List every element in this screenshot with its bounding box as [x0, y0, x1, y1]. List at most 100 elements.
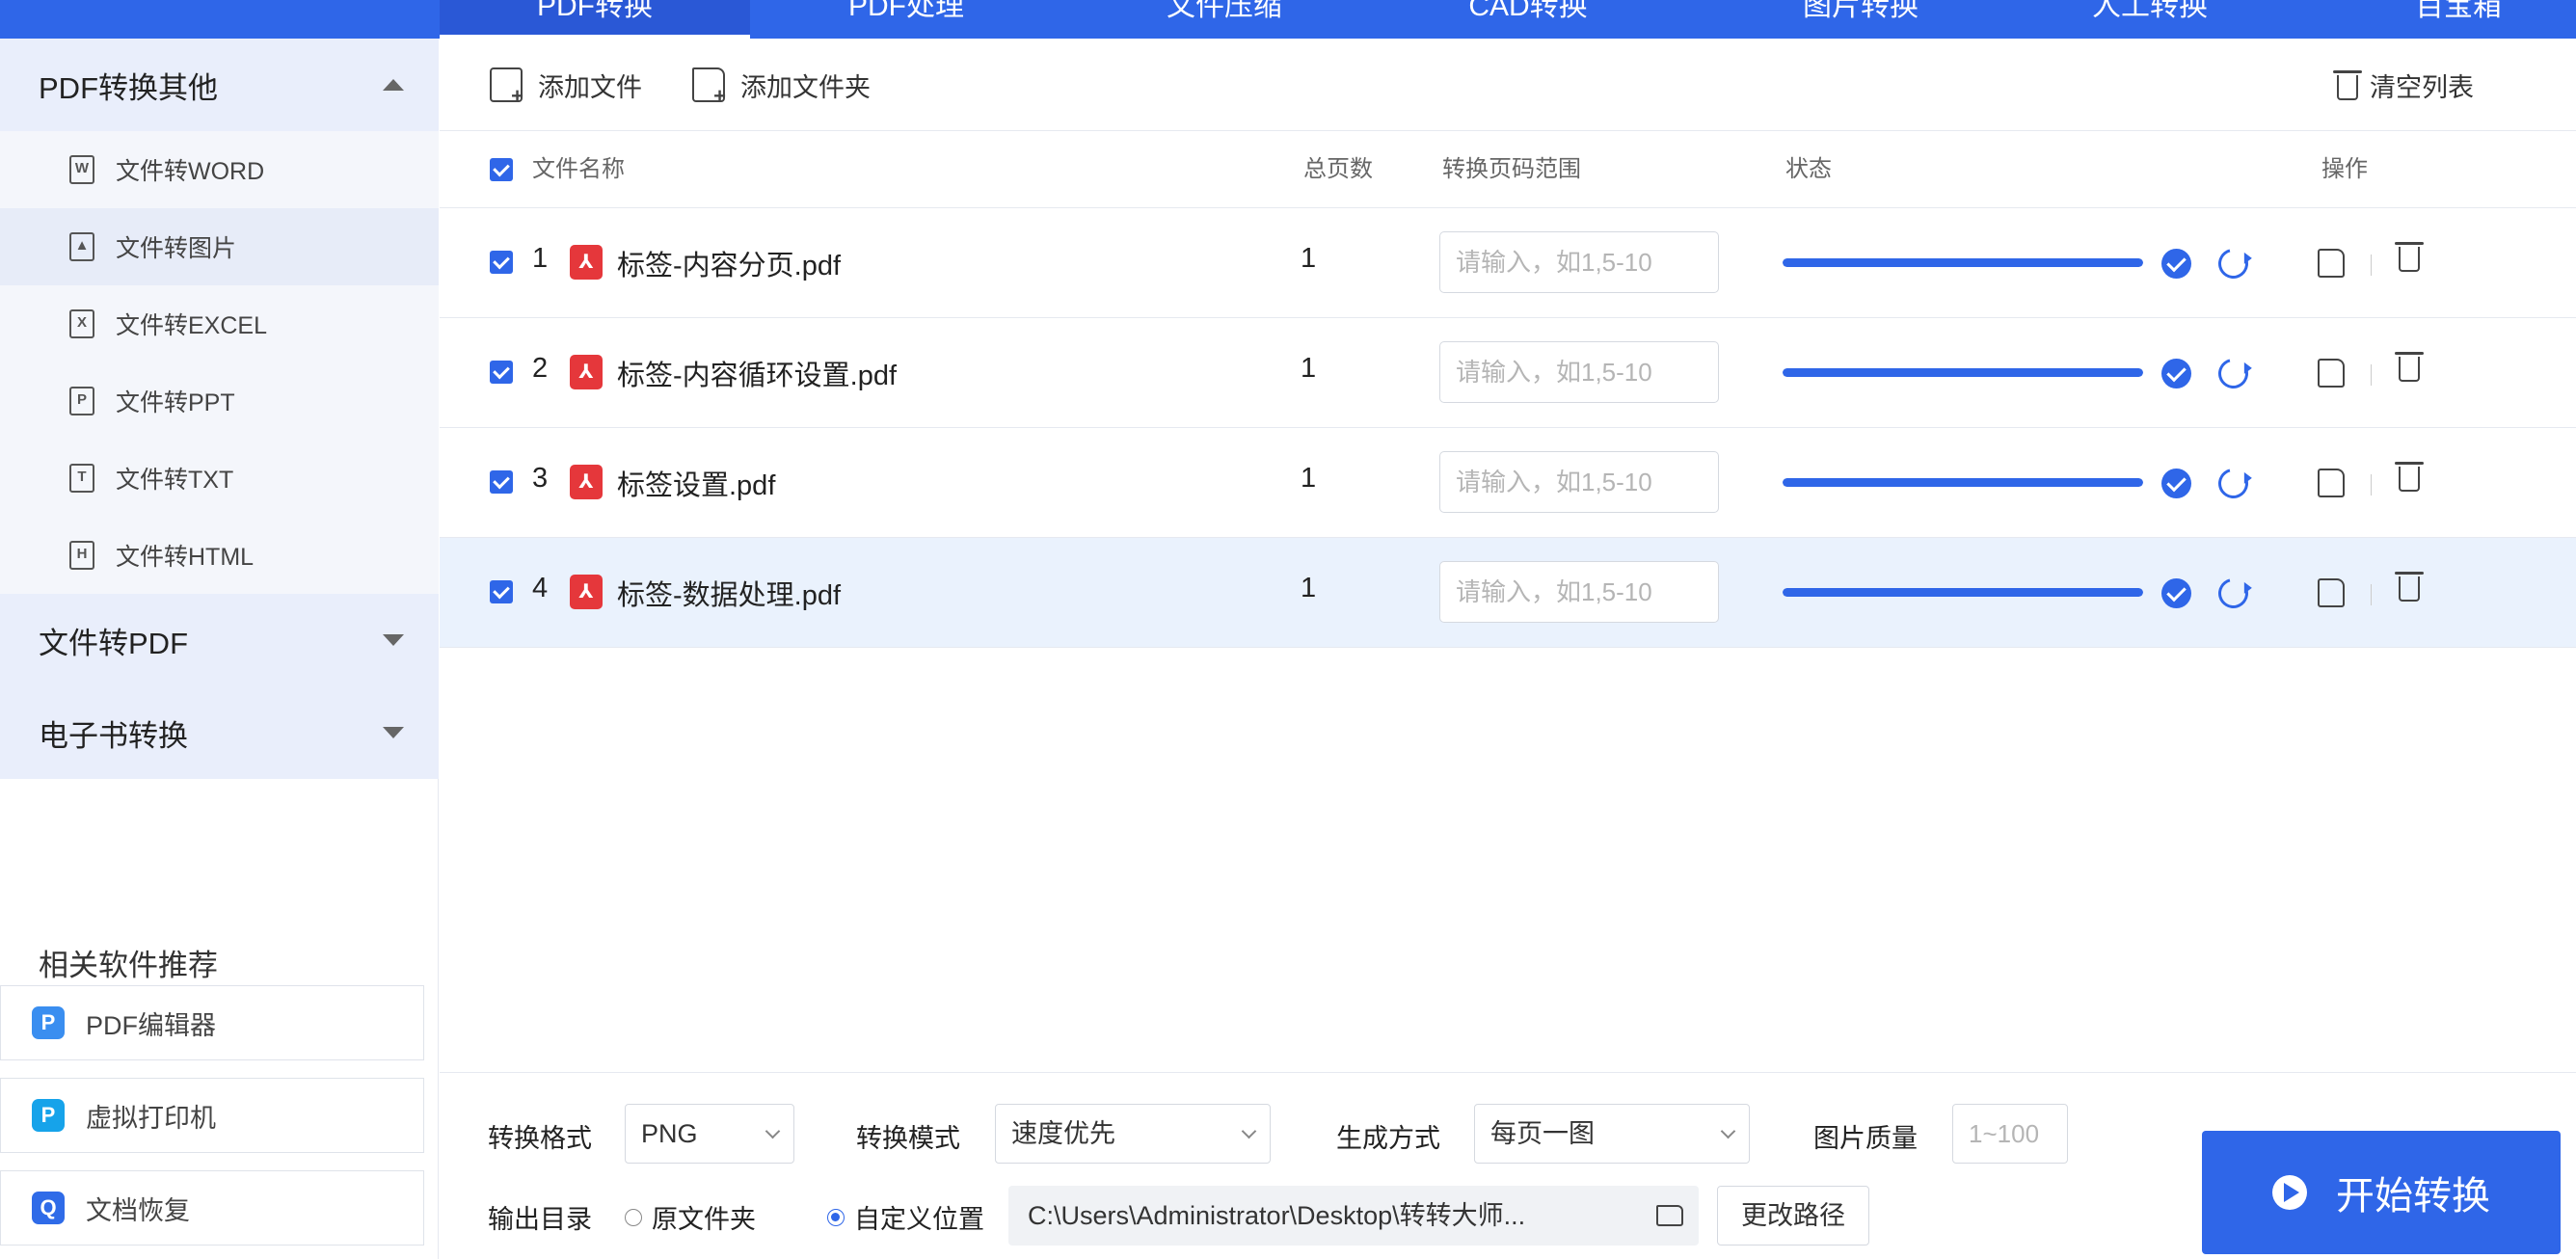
start-convert-button[interactable]: 开始转换 [2202, 1131, 2561, 1254]
sidebar-item-to-txt[interactable]: T 文件转TXT [0, 440, 439, 517]
format-select[interactable]: PNG [625, 1104, 794, 1164]
tab-image-convert[interactable]: 图片转换 [1716, 0, 2005, 39]
settings-panel: 转换格式 PNG 转换模式 速度优先 生成方式 每页一图 图片质量 1~100 … [440, 1072, 2576, 1259]
tab-file-compress[interactable]: 文件压缩 [1080, 0, 1369, 39]
row-checkbox[interactable] [490, 361, 513, 384]
output-path-field[interactable]: C:\Users\Administrator\Desktop\转转大师... [1008, 1186, 1699, 1246]
sidebar-category-ebook[interactable]: 电子书转换 [0, 686, 439, 779]
add-file-icon [490, 67, 523, 109]
page-count: 1 [1301, 573, 1317, 603]
clear-list-button[interactable]: 清空列表 [2333, 66, 2474, 104]
mode-select[interactable]: 速度优先 [995, 1104, 1271, 1164]
tab-pdf-convert[interactable]: PDF转换 [440, 0, 750, 39]
refresh-icon[interactable] [2213, 573, 2254, 614]
check-circle-icon [2161, 359, 2191, 388]
radio-label: 原文件夹 [652, 1205, 756, 1234]
change-path-button[interactable]: 更改路径 [1717, 1186, 1869, 1246]
sidebar-item-label: 文件转TXT [116, 467, 234, 494]
row-checkbox[interactable] [490, 580, 513, 603]
recommend-virtual-printer[interactable]: P 虚拟打印机 [0, 1078, 424, 1153]
file-name: 标签-内容分页.pdf [617, 251, 842, 281]
sidebar-item-to-excel[interactable]: X 文件转EXCEL [0, 285, 439, 362]
format-value: PNG [641, 1119, 698, 1148]
row-index: 3 [532, 463, 549, 494]
row-checkbox[interactable] [490, 251, 513, 274]
gen-mode-value: 每页一图 [1490, 1119, 1595, 1148]
folder-icon[interactable] [1656, 1205, 1683, 1226]
excel-file-icon: X [69, 309, 94, 338]
file-name: 标签-内容循环设置.pdf [617, 361, 898, 391]
sidebar-item-to-ppt[interactable]: P 文件转PPT [0, 362, 439, 440]
radio-label: 自定义位置 [854, 1205, 984, 1234]
recovery-app-icon: Q [32, 1192, 65, 1224]
mode-value: 速度优先 [1011, 1119, 1115, 1148]
tab-pdf-process[interactable]: PDF处理 [771, 0, 1041, 39]
progress-fill [1783, 368, 2143, 377]
action-divider [2371, 254, 2372, 276]
sidebar-item-to-html[interactable]: H 文件转HTML [0, 517, 439, 594]
delete-icon[interactable] [2395, 572, 2424, 606]
progress-bar [1783, 588, 2143, 597]
open-file-icon[interactable] [2318, 359, 2345, 388]
row-index: 4 [532, 573, 549, 603]
page-range-input[interactable] [1439, 561, 1719, 623]
table-row[interactable]: 2 ⅄ 标签-内容循环设置.pdf 1 [440, 318, 2576, 428]
sidebar-category-to-pdf[interactable]: 文件转PDF [0, 594, 439, 686]
recommend-pdf-editor[interactable]: P PDF编辑器 [0, 985, 424, 1060]
open-file-icon[interactable] [2318, 249, 2345, 278]
tab-manual-convert[interactable]: 人工转换 [2005, 0, 2294, 39]
row-checkbox[interactable] [490, 470, 513, 494]
page-range-input[interactable] [1439, 451, 1719, 513]
radio-original-folder[interactable]: 原文件夹 [625, 1198, 756, 1236]
sidebar-item-to-image[interactable]: ▲ 文件转图片 [0, 208, 439, 285]
delete-icon[interactable] [2395, 462, 2424, 496]
open-file-icon[interactable] [2318, 469, 2345, 497]
add-folder-button[interactable]: 添加文件夹 [692, 66, 871, 109]
pdf-file-icon: ⅄ [570, 355, 603, 389]
check-circle-icon [2161, 578, 2191, 608]
tab-toolbox[interactable]: 百宝箱 [2352, 0, 2564, 39]
top-tab-bar: PDF转换 PDF处理 文件压缩 CAD转换 图片转换 人工转换 百宝箱 [0, 0, 2576, 39]
open-file-icon[interactable] [2318, 578, 2345, 607]
page-range-input[interactable] [1439, 341, 1719, 403]
page-range-input[interactable] [1439, 231, 1719, 293]
table-header: 文件名称 总页数 转换页码范围 状态 操作 [440, 131, 2576, 208]
app-window: PDF转换 PDF处理 文件压缩 CAD转换 图片转换 人工转换 百宝箱 PDF… [0, 0, 2576, 1259]
output-dir-label: 输出目录 [488, 1205, 592, 1234]
header-file-name: 文件名称 [532, 156, 625, 182]
page-count: 1 [1301, 463, 1317, 494]
recommend-doc-recovery[interactable]: Q 文档恢复 [0, 1170, 424, 1246]
chevron-down-icon [383, 634, 404, 646]
action-divider [2371, 474, 2372, 496]
table-row[interactable]: 4 ⅄ 标签-数据处理.pdf 1 [440, 538, 2576, 648]
refresh-icon[interactable] [2213, 353, 2254, 394]
select-all-checkbox[interactable] [490, 158, 513, 181]
pdf-editor-app-icon: P [32, 1006, 65, 1039]
category-label: 电子书转换 [39, 718, 188, 753]
quality-placeholder: 1~100 [1969, 1119, 2040, 1148]
progress-bar [1783, 478, 2143, 487]
refresh-icon[interactable] [2213, 243, 2254, 284]
quality-input[interactable]: 1~100 [1952, 1104, 2068, 1164]
header-page-range: 转换页码范围 [1442, 156, 1581, 182]
image-file-icon: ▲ [69, 232, 94, 261]
sidebar-item-to-word[interactable]: W 文件转WORD [0, 131, 439, 208]
table-row[interactable]: 3 ⅄ 标签设置.pdf 1 [440, 428, 2576, 538]
header-status: 状态 [1785, 156, 1832, 182]
gen-mode-select[interactable]: 每页一图 [1474, 1104, 1750, 1164]
add-file-button[interactable]: 添加文件 [490, 66, 642, 109]
check-circle-icon [2161, 249, 2191, 279]
trash-icon [2333, 70, 2362, 100]
tab-cad-convert[interactable]: CAD转换 [1388, 0, 1668, 39]
sidebar-category-pdf-other[interactable]: PDF转换其他 [0, 39, 439, 131]
gen-mode-label: 生成方式 [1336, 1124, 1440, 1153]
table-row[interactable]: 1 ⅄ 标签-内容分页.pdf 1 [440, 208, 2576, 318]
delete-icon[interactable] [2395, 242, 2424, 277]
pdf-file-icon: ⅄ [570, 245, 603, 280]
delete-icon[interactable] [2395, 352, 2424, 387]
pdf-file-icon: ⅄ [570, 465, 603, 499]
refresh-icon[interactable] [2213, 463, 2254, 504]
radio-custom-location[interactable]: 自定义位置 [827, 1198, 984, 1236]
progress-fill [1783, 478, 2143, 487]
pdf-file-icon: ⅄ [570, 575, 603, 609]
